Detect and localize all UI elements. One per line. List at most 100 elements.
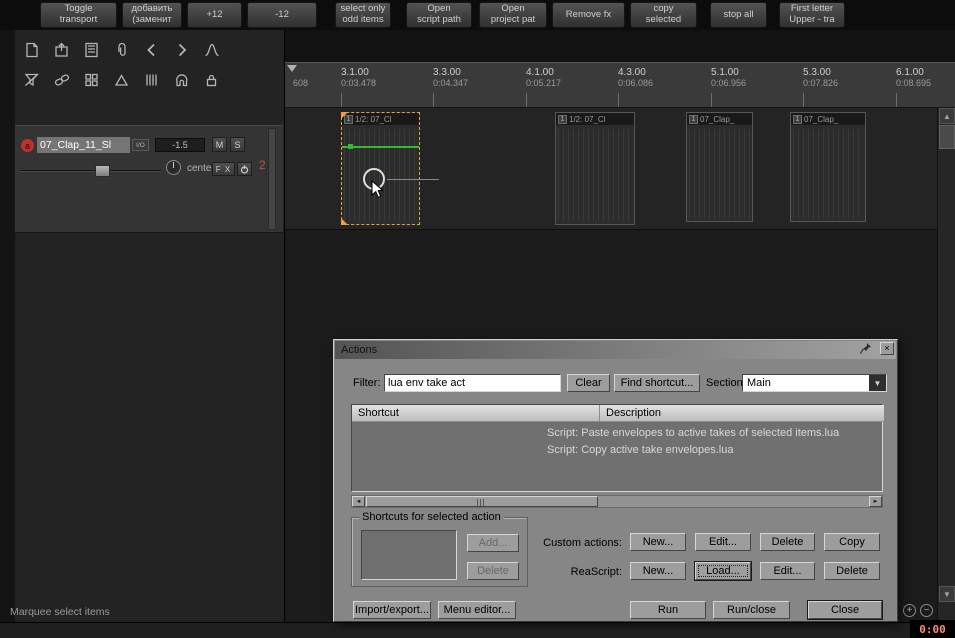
media-item-3[interactable]: 1 07_Clap_ bbox=[686, 112, 753, 222]
custom-delete-button[interactable]: Delete bbox=[760, 533, 815, 551]
timeline-ruler[interactable]: 608 3.1.000:03.478 3.3.000:04.347 4.1.00… bbox=[285, 62, 955, 108]
item-label-bar: 1 07_Clap_ bbox=[687, 113, 752, 125]
run-close-button[interactable]: Run/close bbox=[713, 601, 790, 619]
media-item-4[interactable]: 1 07_Clap_ bbox=[790, 112, 866, 222]
track-2-lane[interactable]: 1 1/2: 07_Cl 1 1/2: 07_Cl bbox=[285, 108, 955, 230]
action-list[interactable]: Shortcut Description Script: Paste envel… bbox=[351, 404, 883, 492]
track-name-field[interactable]: 07_Clap_11_Sl bbox=[37, 137, 130, 153]
panel-edge bbox=[0, 30, 15, 622]
close-icon[interactable]: × bbox=[880, 342, 894, 355]
fade-in-handle[interactable] bbox=[341, 112, 348, 119]
add-shortcut-button[interactable]: Add... bbox=[467, 534, 519, 552]
custom-new-button[interactable]: New... bbox=[630, 533, 686, 551]
take-envelope-line[interactable] bbox=[342, 146, 419, 148]
action-row-1[interactable]: Script: Paste envelopes to active takes … bbox=[547, 427, 839, 439]
bottom-scroll-strip[interactable] bbox=[0, 622, 955, 638]
toolbar-button-stop-all[interactable]: stop all bbox=[710, 2, 767, 28]
list-horizontal-scrollbar[interactable]: ◄ ► bbox=[351, 495, 883, 508]
media-item-2[interactable]: 1 1/2: 07_Cl bbox=[555, 112, 635, 225]
toolbar-button-open-project-path[interactable]: Open project pat bbox=[479, 2, 547, 28]
filter-input[interactable] bbox=[384, 374, 561, 392]
pin-icon[interactable] bbox=[859, 342, 873, 355]
pan-value: center bbox=[187, 163, 215, 174]
snap-magnet-icon[interactable] bbox=[167, 66, 197, 94]
zoom-out-icon[interactable]: − bbox=[920, 604, 933, 617]
edit-icon-toolbar bbox=[17, 66, 227, 94]
grip-icon bbox=[477, 499, 485, 506]
filter-label: Filter: bbox=[353, 377, 381, 389]
column-header-description[interactable]: Description bbox=[600, 405, 884, 422]
close-button[interactable]: Close bbox=[808, 601, 882, 619]
chevron-down-icon[interactable]: ▼ bbox=[869, 375, 886, 391]
slider-thumb[interactable] bbox=[95, 165, 110, 177]
find-shortcut-button[interactable]: Find shortcut... bbox=[614, 374, 700, 392]
edit-cursor-marker-icon[interactable] bbox=[287, 65, 297, 72]
custom-actions-label: Custom actions: bbox=[534, 537, 622, 549]
mute-button[interactable]: M bbox=[212, 137, 227, 152]
pan-knob[interactable] bbox=[166, 160, 181, 175]
toolbar-button-remove-fx[interactable]: Remove fx bbox=[552, 2, 625, 28]
column-header-shortcut[interactable]: Shortcut bbox=[352, 405, 600, 422]
filter-off-icon[interactable] bbox=[17, 66, 47, 94]
scroll-up-button[interactable]: ▲ bbox=[939, 108, 955, 124]
scroll-down-button[interactable]: ▼ bbox=[939, 586, 955, 602]
toolbar-button-select-odd[interactable]: select only odd items bbox=[335, 2, 391, 28]
reascript-load-button[interactable]: Load... bbox=[695, 562, 751, 580]
toolbar-button-copy-selected[interactable]: copy selected bbox=[630, 2, 697, 28]
save-project-icon[interactable] bbox=[77, 36, 107, 64]
grid-lines-icon[interactable] bbox=[137, 66, 167, 94]
shortcut-listbox[interactable] bbox=[361, 530, 457, 580]
import-export-button[interactable]: Import/export... bbox=[353, 601, 431, 619]
custom-copy-button[interactable]: Copy bbox=[824, 533, 880, 551]
toolbar-button-toggle-transport[interactable]: Toggle transport bbox=[40, 2, 117, 28]
new-document-icon[interactable] bbox=[17, 36, 47, 64]
reascript-new-button[interactable]: New... bbox=[630, 562, 686, 580]
reascript-edit-button[interactable]: Edit... bbox=[760, 562, 815, 580]
chevron-left-icon[interactable] bbox=[137, 36, 167, 64]
ruler-marker-5: 5.1.000:06.956 bbox=[711, 67, 746, 88]
scroll-right-icon[interactable]: ► bbox=[869, 496, 882, 507]
status-bar-text: Marquee select items bbox=[10, 606, 110, 618]
io-button[interactable]: I/O bbox=[132, 139, 149, 151]
scroll-left-icon[interactable]: ◄ bbox=[352, 496, 365, 507]
run-button[interactable]: Run bbox=[630, 601, 706, 619]
envelope-point[interactable] bbox=[348, 144, 353, 149]
record-arm-button[interactable]: a bbox=[21, 139, 34, 152]
actions-dialog: Actions × Filter: Clear Find shortcut...… bbox=[333, 339, 898, 622]
clear-button[interactable]: Clear bbox=[567, 374, 610, 392]
toolbar-button-add-replace[interactable]: добавить (заменит bbox=[122, 2, 182, 28]
tcp-scrollbar[interactable] bbox=[268, 128, 276, 230]
attach-icon[interactable] bbox=[107, 36, 137, 64]
link-icon[interactable] bbox=[47, 66, 77, 94]
dialog-titlebar[interactable]: Actions bbox=[335, 341, 896, 359]
action-row-2[interactable]: Script: Copy active take envelopes.lua bbox=[547, 444, 734, 456]
menu-editor-button[interactable]: Menu editor... bbox=[438, 601, 516, 619]
media-item-1[interactable]: 1 1/2: 07_Cl bbox=[341, 112, 420, 225]
section-dropdown[interactable]: Main ▼ bbox=[742, 374, 887, 392]
item-corner-handle[interactable] bbox=[341, 218, 348, 225]
grid-blocks-icon[interactable] bbox=[77, 66, 107, 94]
scrollbar-thumb[interactable] bbox=[939, 125, 955, 149]
hscroll-thumb[interactable] bbox=[366, 496, 598, 507]
reascript-delete-button[interactable]: Delete bbox=[824, 562, 880, 580]
vertical-scrollbar[interactable]: ▲ ▼ bbox=[937, 108, 955, 622]
open-project-icon[interactable] bbox=[47, 36, 77, 64]
toolbar-button-open-script-path[interactable]: Open script path bbox=[406, 2, 472, 28]
solo-button[interactable]: S bbox=[230, 137, 245, 152]
volume-slider[interactable] bbox=[21, 165, 161, 177]
zoom-in-icon[interactable]: + bbox=[903, 604, 916, 617]
volume-readout[interactable]: -1.5 bbox=[155, 138, 205, 152]
toolbar-button-first-letter-upper[interactable]: First letter Upper - tra bbox=[779, 2, 845, 28]
fx-button[interactable]: F X bbox=[212, 162, 235, 176]
lock-icon[interactable] bbox=[197, 66, 227, 94]
delete-shortcut-button[interactable]: Delete bbox=[467, 562, 519, 580]
fx-power-icon[interactable] bbox=[237, 162, 252, 176]
metronome-icon[interactable] bbox=[197, 36, 227, 64]
custom-edit-button[interactable]: Edit... bbox=[695, 533, 751, 551]
reascript-label: ReaScript: bbox=[534, 566, 622, 578]
envelope-triangle-icon[interactable] bbox=[107, 66, 137, 94]
toolbar-button-plus12[interactable]: +12 bbox=[187, 2, 242, 28]
waveform bbox=[689, 129, 750, 218]
toolbar-button-minus12[interactable]: -12 bbox=[247, 2, 317, 28]
chevron-right-icon[interactable] bbox=[167, 36, 197, 64]
